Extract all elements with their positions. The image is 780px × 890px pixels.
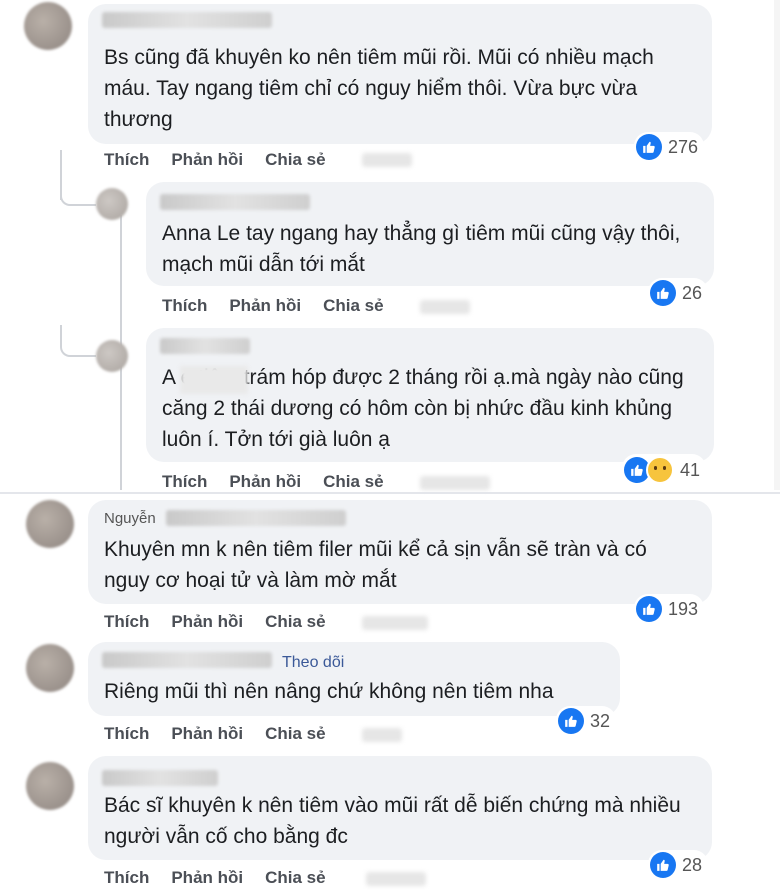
reply-button[interactable]: Phản hồi	[171, 150, 243, 170]
comment-actions: Thích Phản hồi Chia sẻ	[104, 868, 326, 888]
avatar[interactable]	[24, 2, 72, 50]
share-button[interactable]: Chia sẻ	[265, 724, 325, 744]
avatar[interactable]	[26, 762, 74, 810]
comment-text: Anna Le tay ngang hay thẳng gì tiêm mũi …	[162, 222, 681, 276]
comment-actions: Thích Phản hồi Chia sẻ	[162, 296, 384, 316]
reply-button[interactable]: Phản hồi	[229, 296, 301, 316]
like-button[interactable]: Thích	[162, 296, 207, 316]
reaction-count: 276	[668, 136, 699, 157]
share-button[interactable]: Chia sẻ	[265, 612, 325, 632]
comment-actions: Thích Phản hồi Chia sẻ	[104, 150, 326, 170]
timestamp-redacted	[420, 300, 470, 314]
reaction-summary[interactable]: 276	[634, 132, 705, 162]
like-button[interactable]: Thích	[104, 612, 149, 632]
comment-actions: Thích Phản hồi Chia sẻ	[104, 724, 326, 744]
timestamp-redacted	[362, 616, 428, 630]
reply-button[interactable]: Phản hồi	[171, 724, 243, 744]
reaction-summary[interactable]: 41	[622, 454, 707, 486]
follow-link[interactable]: Theo dõi	[282, 654, 344, 672]
sad-reaction-icon	[646, 456, 674, 484]
timestamp-redacted	[420, 476, 490, 490]
reply-button[interactable]: Phản hồi	[229, 472, 301, 492]
reaction-summary[interactable]: 26	[648, 278, 709, 308]
like-button[interactable]: Thích	[104, 724, 149, 744]
reaction-summary[interactable]: 193	[634, 594, 705, 624]
timestamp-redacted	[366, 872, 426, 886]
author-name-redacted	[166, 510, 346, 526]
share-button[interactable]: Chia sẻ	[265, 868, 325, 888]
reaction-count: 193	[668, 598, 699, 619]
divider	[0, 492, 780, 494]
comment-text: Riêng mũi thì nên nâng chứ không nên tiê…	[104, 680, 554, 703]
thread-connector	[60, 170, 96, 206]
avatar[interactable]	[96, 340, 128, 372]
author-name-redacted[interactable]	[160, 338, 250, 354]
reply-button[interactable]: Phản hồi	[171, 868, 243, 888]
share-button[interactable]: Chia sẻ	[323, 296, 383, 316]
like-button[interactable]: Thích	[162, 472, 207, 492]
share-button[interactable]: Chia sẻ	[323, 472, 383, 492]
redaction	[180, 366, 248, 394]
author-name-redacted[interactable]	[102, 12, 272, 28]
like-icon	[636, 596, 662, 622]
share-button[interactable]: Chia sẻ	[265, 150, 325, 170]
reaction-count: 41	[680, 459, 701, 480]
like-icon	[650, 280, 676, 306]
like-icon	[636, 134, 662, 160]
comment-bubble: Bs cũng đã khuyên ko nên tiêm mũi rồi. M…	[88, 4, 712, 144]
edge-strip	[774, 0, 780, 490]
avatar[interactable]	[96, 188, 128, 220]
avatar[interactable]	[26, 500, 74, 548]
comment-bubble: Nguyễn Khuyên mn k nên tiêm filer mũi kể…	[88, 500, 712, 604]
author-name-redacted[interactable]	[160, 194, 310, 210]
reaction-count: 28	[682, 854, 703, 875]
reaction-summary[interactable]: 28	[648, 850, 709, 880]
author-name-redacted[interactable]	[102, 770, 218, 786]
thread-connector	[60, 325, 96, 357]
timestamp-redacted	[362, 153, 412, 167]
comment-bubble: Anna Le tay ngang hay thẳng gì tiêm mũi …	[146, 182, 714, 286]
like-button[interactable]: Thích	[104, 150, 149, 170]
author-name[interactable]: Nguyễn	[104, 510, 156, 527]
comment-text: Bs cũng đã khuyên ko nên tiêm mũi rồi. M…	[104, 46, 654, 131]
reply-button[interactable]: Phản hồi	[171, 612, 243, 632]
comment-bubble: Theo dõi Riêng mũi thì nên nâng chứ khôn…	[88, 642, 620, 716]
like-button[interactable]: Thích	[104, 868, 149, 888]
like-icon	[650, 852, 676, 878]
comment-actions: Thích Phản hồi Chia sẻ	[162, 472, 384, 492]
comment-bubble: A e tiêm trám hóp được 2 tháng rồi ạ.mà …	[146, 328, 714, 462]
like-icon	[558, 708, 584, 734]
comment-text: Bác sĩ khuyên k nên tiêm vào mũi rất dễ …	[104, 794, 681, 848]
reaction-count: 26	[682, 282, 703, 303]
author-name-redacted[interactable]	[102, 652, 272, 668]
avatar[interactable]	[26, 644, 74, 692]
timestamp-redacted	[362, 728, 402, 742]
comment-text: Khuyên mn k nên tiêm filer mũi kể cả sịn…	[104, 538, 647, 592]
comment-bubble: Bác sĩ khuyên k nên tiêm vào mũi rất dễ …	[88, 756, 712, 860]
reaction-summary[interactable]: 32	[556, 706, 617, 736]
reaction-count: 32	[590, 710, 611, 731]
comment-actions: Thích Phản hồi Chia sẻ	[104, 612, 326, 632]
